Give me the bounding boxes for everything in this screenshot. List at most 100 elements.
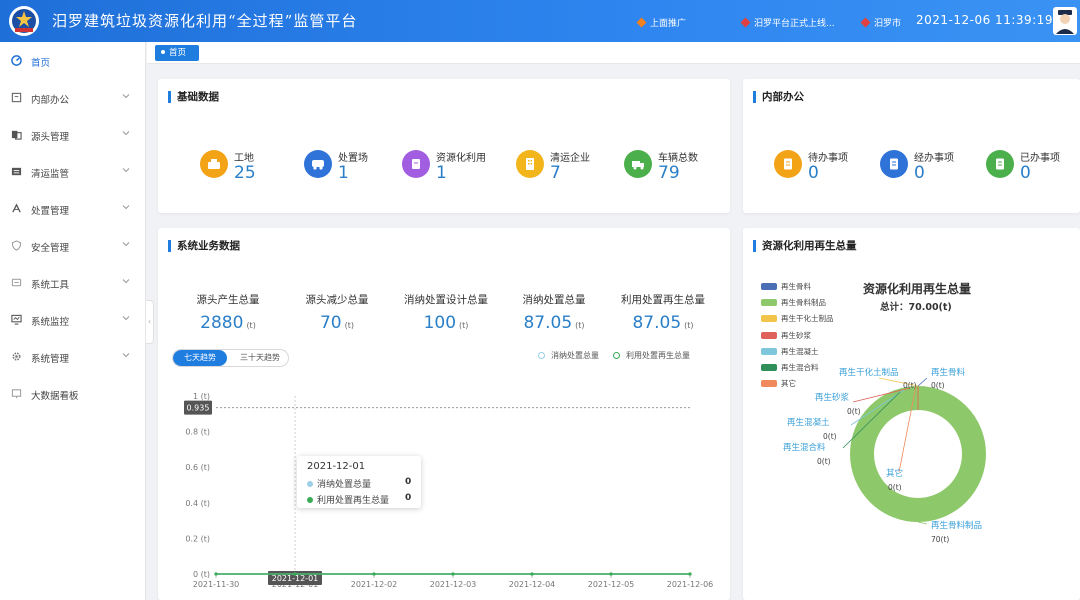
crosshair-y-label: 0.935: [187, 404, 210, 413]
pie-legend-item[interactable]: 再生砂浆: [761, 330, 811, 341]
legend-swatch: [761, 283, 777, 290]
tooltip-row: 利用处置再生总量: [307, 493, 389, 506]
notice-item[interactable]: 上面推广: [636, 16, 686, 29]
x-tick-label: 2021-12-04: [509, 580, 556, 589]
tab-home[interactable]: 首页: [155, 45, 199, 61]
vehicle-icon: [624, 150, 652, 178]
donut-chart-total: 总计：70.00(t): [880, 302, 952, 313]
y-tick-label: 0.2 (t): [185, 534, 210, 543]
sidebar: 首页 内部办公 源头管理 清运监管 处置管理 安全管理 系统工具 系统监控 系统…: [0, 42, 146, 600]
metric-recycled-total: 利用处置再生总量 87.05 (t): [608, 292, 718, 333]
done-icon: [986, 150, 1014, 178]
slice-value: 0(t): [823, 432, 837, 441]
legend-swatch: [761, 299, 777, 307]
legend-recycled[interactable]: 利用处置再生总量: [613, 350, 690, 361]
tooltip-row: 消纳处置总量: [307, 477, 371, 490]
metric-label: 消纳处置设计总量: [404, 294, 488, 306]
slice-value: 70(t): [931, 535, 949, 544]
pie-legend-item[interactable]: 再生干化土制品: [761, 313, 834, 324]
sidebar-item-bigdata[interactable]: 大数据看板: [0, 380, 146, 410]
sidebar-item-label: 系统工具: [31, 280, 70, 291]
notice-marker-icon: [636, 17, 647, 28]
stat-label: 处置场: [338, 153, 368, 164]
series-point: [530, 572, 534, 576]
pie-legend-item[interactable]: 再生骨料制品: [761, 297, 826, 308]
avatar[interactable]: [1053, 7, 1077, 35]
metric-design-capacity: 消纳处置设计总量 100 (t): [391, 292, 501, 333]
sidebar-item-label: 内部办公: [31, 95, 70, 106]
card-title: 基础数据: [168, 91, 219, 103]
slice-label: 再生砂浆: [815, 392, 850, 403]
tab-bar: 首页: [147, 42, 1080, 64]
shield-icon: [11, 240, 22, 251]
slice-value: 0(t): [931, 381, 945, 390]
chevron-down-icon: [122, 353, 130, 358]
slice-value: 0(t): [817, 457, 831, 466]
x-tick-label: 2021-11-30: [193, 580, 240, 589]
sidebar-item-label: 系统监控: [31, 317, 70, 328]
y-tick-label: 0 (t): [193, 570, 210, 579]
sidebar-item-office[interactable]: 内部办公: [0, 84, 146, 114]
slice-label: 其它: [886, 468, 903, 479]
datetime-display: 2021-12-06 11:39:19: [916, 13, 1053, 27]
donut-slice: [850, 386, 986, 522]
series-point: [451, 572, 455, 576]
metric-value: 70 (t): [319, 313, 355, 333]
trend-line-chart: 0 (t) 0.2 (t) 0.4 (t) 0.6 (t) 0.8 (t) 1 (t) 20…: [184, 392, 714, 589]
chevron-down-icon: [122, 94, 130, 99]
tooltip-value: 0: [405, 477, 412, 487]
notice-item[interactable]: 汨罗平台正式上线...: [740, 16, 835, 29]
disposal-icon: [12, 203, 21, 213]
site-icon: [200, 150, 228, 178]
board-icon: [11, 389, 22, 399]
stat-value: 25: [234, 163, 256, 183]
sidebar-item-security[interactable]: 安全管理: [0, 232, 146, 262]
legend-disposal[interactable]: 消纳处置总量: [538, 350, 599, 361]
stat-value: 0: [808, 163, 819, 183]
sidebar-item-home[interactable]: 首页: [0, 47, 146, 77]
stat-value: 7: [550, 163, 561, 183]
slice-label: 再生混凝土: [787, 417, 830, 428]
pie-legend-item[interactable]: 再生混凝土: [761, 346, 819, 357]
stat-label: 工地: [234, 153, 254, 164]
x-tick-label: 2021-12-06: [667, 580, 714, 589]
stat-label: 已办事项: [1020, 153, 1060, 164]
sidebar-item-transport[interactable]: 清运监管: [0, 158, 146, 188]
chevron-down-icon: [122, 279, 130, 284]
sidebar-item-disposal[interactable]: 处置管理: [0, 195, 146, 225]
series-point: [609, 572, 613, 576]
sidebar-item-settings[interactable]: 系统管理: [0, 343, 146, 373]
pie-legend-item[interactable]: 再生骨料: [761, 281, 811, 292]
slice-label: 再生骨料制品: [931, 520, 982, 531]
metric-value: 100 (t): [423, 313, 469, 333]
sidebar-item-source[interactable]: 源头管理: [0, 121, 146, 151]
tab-thirty-day-trend[interactable]: 三十天趋势: [231, 350, 288, 366]
card-title: 系统业务数据: [168, 240, 240, 252]
sidebar-item-label: 源头管理: [31, 132, 70, 143]
series-point: [372, 572, 376, 576]
metric-label: 消纳处置总量: [522, 294, 586, 306]
basic-data-card: 基础数据: [158, 79, 730, 213]
sidebar-item-label: 安全管理: [31, 243, 70, 254]
sidebar-item-monitor[interactable]: 系统监控: [0, 306, 146, 336]
leader-line: [917, 377, 928, 387]
stat-label: 待办事项: [808, 153, 848, 164]
slice-label: 再生干化土制品: [839, 367, 899, 378]
dashboard-icon: [11, 55, 22, 66]
x-tick-label: 2021-12-02: [351, 580, 398, 589]
handling-icon: [880, 150, 908, 178]
tooltip-value: 0: [405, 493, 412, 503]
stat-label: 资源化利用: [436, 153, 486, 164]
stat-value: 79: [658, 163, 680, 183]
tab-seven-day-trend[interactable]: 七天趋势: [173, 350, 227, 366]
series-point: [214, 572, 218, 576]
stat-value: 0: [914, 163, 925, 183]
x-tick-label: 2021-12-03: [430, 580, 477, 589]
legend-label: 再生干化土制品: [781, 314, 834, 324]
sidebar-collapse-handle[interactable]: ‹: [146, 300, 154, 344]
sidebar-item-tools[interactable]: 系统工具: [0, 269, 146, 299]
tools-icon: [11, 278, 22, 287]
notice-item[interactable]: 汨罗市: [860, 16, 901, 29]
stat-label: 经办事项: [914, 153, 954, 164]
metric-value: 87.05 (t): [523, 313, 585, 333]
